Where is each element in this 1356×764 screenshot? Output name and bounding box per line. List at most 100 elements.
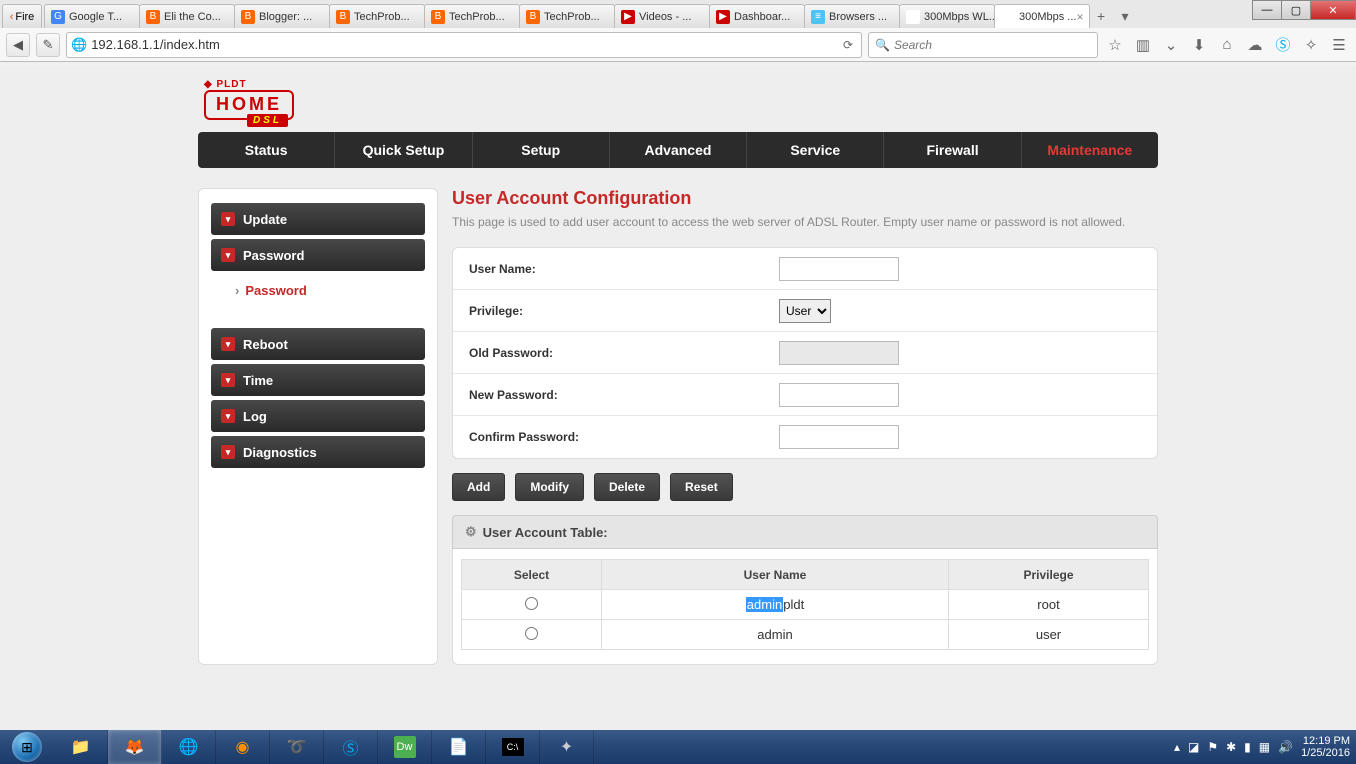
topnav-item[interactable]: Firewall: [884, 132, 1021, 168]
bookmark-icon[interactable]: ☆: [1104, 34, 1126, 56]
task-explorer[interactable]: 📁: [54, 730, 108, 764]
home-icon[interactable]: ⌂: [1216, 34, 1238, 56]
browser-tab[interactable]: BEli the Co...: [139, 4, 235, 28]
sidebar-item[interactable]: ▾Time: [211, 364, 425, 396]
task-media[interactable]: ◉: [216, 730, 270, 764]
tray-volume-icon[interactable]: 🔊: [1278, 740, 1293, 754]
task-dreamweaver[interactable]: Dw: [378, 730, 432, 764]
chevron-down-icon: ▾: [221, 337, 235, 351]
confirm-password-input[interactable]: [779, 425, 899, 449]
sidebar-item[interactable]: ▾Log: [211, 400, 425, 432]
chevron-down-icon: ▾: [221, 212, 235, 226]
col-privilege: Privilege: [949, 560, 1149, 590]
tab-favicon: B: [241, 10, 255, 24]
tab-dropdown[interactable]: ▾: [1113, 4, 1137, 28]
task-notepad[interactable]: 📄: [432, 730, 486, 764]
browser-tab-strip: ‹Fire GGoogle T...BEli the Co...BBlogger…: [0, 0, 1356, 28]
tab-favicon: [1001, 10, 1015, 24]
user-account-table: Select User Name Privilege adminpldtroot…: [461, 559, 1149, 650]
sidebar-item[interactable]: ▾Reboot: [211, 328, 425, 360]
close-button[interactable]: ✕: [1310, 0, 1356, 20]
tray-flag-icon[interactable]: ⚑: [1207, 740, 1218, 754]
tab-close-icon[interactable]: ×: [1076, 10, 1083, 24]
browser-tab[interactable]: 300Mbps ...×: [994, 4, 1090, 28]
identity-button[interactable]: ✎: [36, 33, 60, 57]
logo-home: HOME DSL: [204, 90, 294, 120]
tray-clock[interactable]: 12:19 PM 1/25/2016: [1301, 735, 1350, 759]
username-input[interactable]: [779, 257, 899, 281]
sidebar-item-label: Password: [243, 248, 304, 263]
col-select: Select: [462, 560, 602, 590]
task-app[interactable]: ✦: [540, 730, 594, 764]
tab-favicon: B: [431, 10, 445, 24]
topnav-item[interactable]: Quick Setup: [335, 132, 472, 168]
downloads-icon[interactable]: ⬇: [1188, 34, 1210, 56]
tab-label: Dashboar...: [734, 11, 790, 23]
modify-button[interactable]: Modify: [515, 473, 584, 501]
sidebar-item[interactable]: ▾Diagnostics: [211, 436, 425, 468]
table-header-bar: ⚙ User Account Table:: [452, 515, 1158, 549]
tray-battery-icon[interactable]: ▮: [1244, 740, 1251, 754]
tray-shield-icon[interactable]: ◪: [1188, 740, 1199, 754]
topnav-item[interactable]: Maintenance: [1022, 132, 1158, 168]
sidebar-item-label: Update: [243, 212, 287, 227]
reload-icon[interactable]: ⟳: [839, 38, 857, 52]
pocket-icon[interactable]: ⌄: [1160, 34, 1182, 56]
row-select-radio[interactable]: [525, 597, 538, 610]
tray-network-icon[interactable]: ▦: [1259, 740, 1270, 754]
delete-button[interactable]: Delete: [594, 473, 660, 501]
logo-dsl: DSL: [247, 114, 288, 127]
back-button[interactable]: ◀: [6, 33, 30, 57]
add-button[interactable]: Add: [452, 473, 505, 501]
maximize-button[interactable]: ▢: [1281, 0, 1311, 20]
new-password-input[interactable]: [779, 383, 899, 407]
minimize-button[interactable]: —: [1252, 0, 1282, 20]
start-button[interactable]: ⊞: [0, 730, 54, 764]
browser-toolbar: ◀ ✎ 🌐 ⟳ 🔍 ☆ ▥ ⌄ ⬇ ⌂ ☁ Ⓢ ✧ ☰: [0, 28, 1356, 62]
sidebar-item[interactable]: ▾ Update: [211, 203, 425, 235]
addon-icon[interactable]: ✧: [1300, 34, 1322, 56]
library-icon[interactable]: ▥: [1132, 34, 1154, 56]
browser-tab[interactable]: ▶Videos - ...: [614, 4, 710, 28]
page-viewport: ◆ PLDT HOME DSL StatusQuick SetupSetupAd…: [0, 66, 1356, 730]
privilege-select[interactable]: User: [779, 299, 831, 323]
skype-icon[interactable]: Ⓢ: [1272, 34, 1294, 56]
tab-label: 300Mbps ...: [1019, 11, 1076, 23]
browser-tab[interactable]: ≡Browsers ...: [804, 4, 900, 28]
reset-button[interactable]: Reset: [670, 473, 733, 501]
fire-tab[interactable]: ‹Fire: [2, 4, 42, 28]
tray-up-icon[interactable]: ▴: [1174, 740, 1180, 754]
sidebar-item[interactable]: ▾Password: [211, 239, 425, 271]
search-input[interactable]: [894, 38, 1091, 52]
search-bar[interactable]: 🔍: [868, 32, 1098, 58]
browser-tab[interactable]: BBlogger: ...: [234, 4, 330, 28]
browser-tab[interactable]: 300Mbps WL...: [899, 4, 995, 28]
browser-tab[interactable]: BTechProb...: [424, 4, 520, 28]
browser-tab[interactable]: ▶Dashboar...: [709, 4, 805, 28]
task-daemon[interactable]: ➰: [270, 730, 324, 764]
browser-tab[interactable]: BTechProb...: [519, 4, 615, 28]
menu-icon[interactable]: ☰: [1328, 34, 1350, 56]
topnav-item[interactable]: Service: [747, 132, 884, 168]
topnav-item[interactable]: Setup: [473, 132, 610, 168]
tab-label: Eli the Co...: [164, 11, 221, 23]
browser-tab[interactable]: BTechProb...: [329, 4, 425, 28]
tray-sync-icon[interactable]: ✱: [1226, 740, 1236, 754]
sidebar-subitem[interactable]: Password: [211, 275, 425, 312]
url-input[interactable]: [91, 37, 839, 52]
task-firefox[interactable]: 🦊: [108, 730, 162, 764]
row-select-radio[interactable]: [525, 627, 538, 640]
browser-tab[interactable]: GGoogle T...: [44, 4, 140, 28]
logo-area: ◆ PLDT HOME DSL: [198, 66, 1158, 132]
task-skype[interactable]: Ⓢ: [324, 730, 378, 764]
topnav-item[interactable]: Status: [198, 132, 335, 168]
chat-icon[interactable]: ☁: [1244, 34, 1266, 56]
topnav-item[interactable]: Advanced: [610, 132, 747, 168]
address-bar[interactable]: 🌐 ⟳: [66, 32, 862, 58]
page-title: User Account Configuration: [452, 188, 1158, 209]
task-cmd[interactable]: C:\: [486, 730, 540, 764]
tab-label: TechProb...: [544, 11, 600, 23]
task-chrome[interactable]: 🌐: [162, 730, 216, 764]
tab-favicon: ▶: [621, 10, 635, 24]
new-tab-button[interactable]: +: [1089, 4, 1113, 28]
